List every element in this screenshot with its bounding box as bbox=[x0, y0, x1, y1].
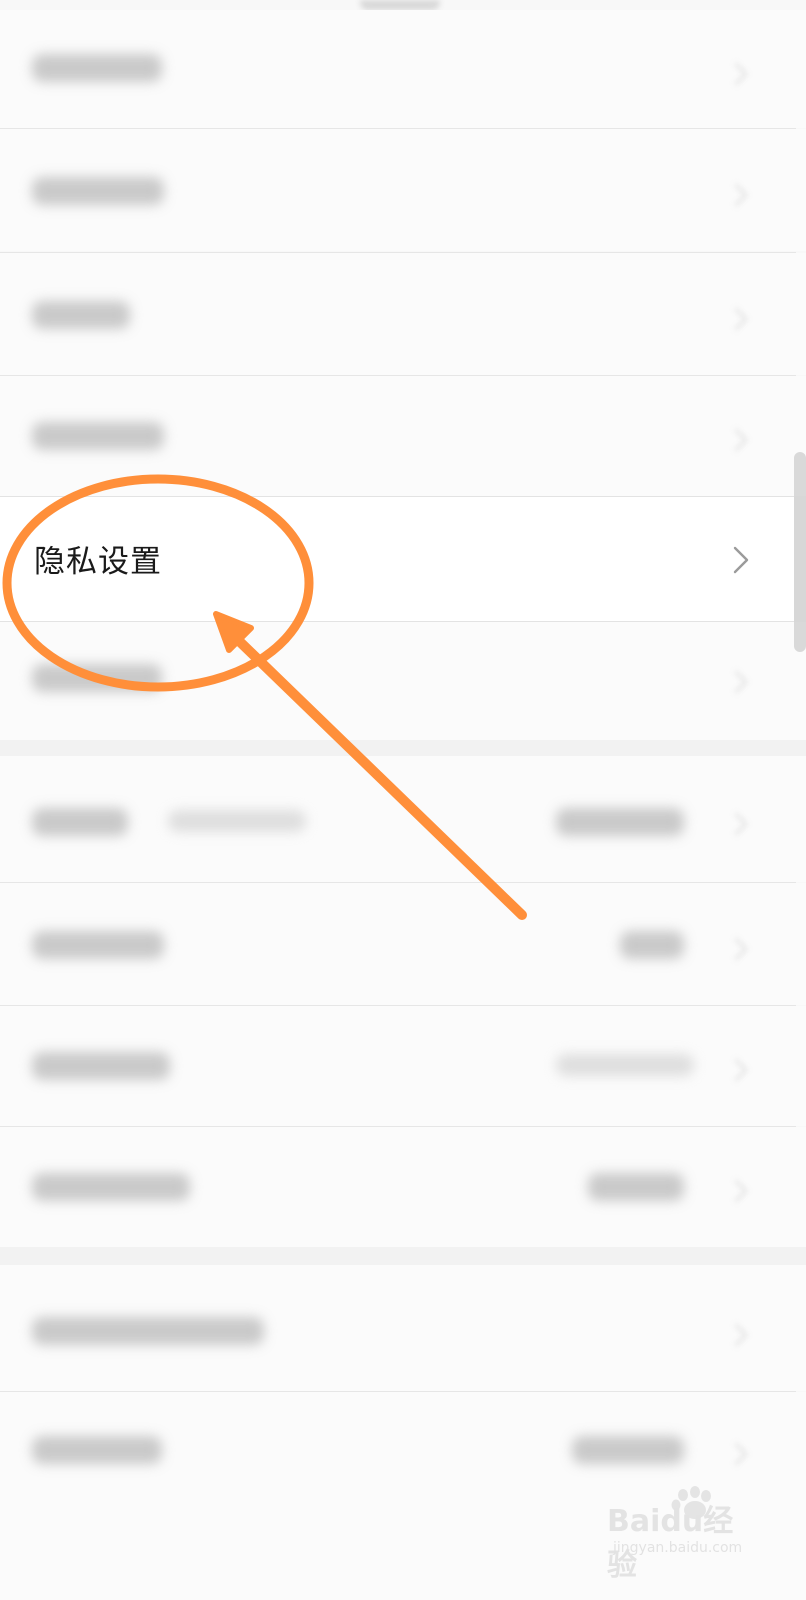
privacy-settings-label: 隐私设置 bbox=[34, 544, 162, 580]
settings-row-blurred[interactable] bbox=[0, 129, 806, 251]
settings-screen: 隐私设置 Baidu经验 jingyan.baidu.com bbox=[0, 0, 806, 1600]
status-bar-fragment bbox=[360, 0, 440, 10]
blurred-value bbox=[620, 931, 684, 959]
chevron-right-icon bbox=[724, 307, 748, 331]
blurred-label bbox=[32, 422, 164, 450]
blurred-label bbox=[32, 664, 162, 692]
settings-row-blurred[interactable] bbox=[0, 376, 806, 496]
settings-row-blurred[interactable] bbox=[0, 1127, 806, 1247]
baidu-jingyan-watermark: Baidu经验 jingyan.baidu.com bbox=[607, 1484, 755, 1583]
blurred-label bbox=[32, 301, 130, 329]
blurred-label bbox=[32, 808, 128, 836]
blurred-subtitle bbox=[168, 810, 306, 832]
blurred-value bbox=[556, 1054, 694, 1076]
settings-row-blurred[interactable] bbox=[0, 1265, 806, 1391]
blurred-value bbox=[588, 1173, 684, 1201]
chevron-right-icon bbox=[724, 1058, 748, 1082]
chevron-right-icon bbox=[724, 812, 748, 836]
settings-row-blurred[interactable] bbox=[0, 1006, 806, 1126]
blurred-label bbox=[32, 931, 164, 959]
chevron-right-icon bbox=[724, 183, 748, 207]
blurred-label bbox=[32, 177, 164, 205]
settings-row-blurred[interactable] bbox=[0, 10, 806, 128]
blurred-label bbox=[32, 1173, 190, 1201]
settings-row-blurred[interactable] bbox=[0, 253, 806, 375]
scrollbar[interactable] bbox=[794, 452, 806, 652]
blurred-value bbox=[572, 1436, 684, 1464]
blurred-value bbox=[556, 808, 684, 836]
chevron-right-icon bbox=[724, 1179, 748, 1203]
chevron-right-icon bbox=[733, 546, 749, 574]
chevron-right-icon bbox=[724, 670, 748, 694]
watermark-site: jingyan.baidu.com bbox=[613, 1540, 743, 1556]
chevron-right-icon bbox=[724, 428, 748, 452]
settings-row-blurred[interactable] bbox=[0, 622, 806, 740]
chevron-right-icon bbox=[724, 1323, 748, 1347]
blurred-label bbox=[32, 54, 162, 82]
chevron-right-icon bbox=[724, 1442, 748, 1466]
chevron-right-icon bbox=[724, 937, 748, 961]
blurred-label bbox=[32, 1317, 264, 1345]
blurred-label bbox=[32, 1052, 170, 1080]
settings-row-blurred[interactable] bbox=[0, 883, 806, 1005]
chevron-right-icon bbox=[724, 62, 748, 86]
privacy-settings-row[interactable]: 隐私设置 bbox=[0, 496, 794, 622]
settings-row-blurred[interactable] bbox=[0, 756, 806, 882]
blurred-label bbox=[32, 1436, 162, 1464]
section-gap bbox=[0, 1247, 806, 1265]
section-gap bbox=[0, 740, 806, 756]
